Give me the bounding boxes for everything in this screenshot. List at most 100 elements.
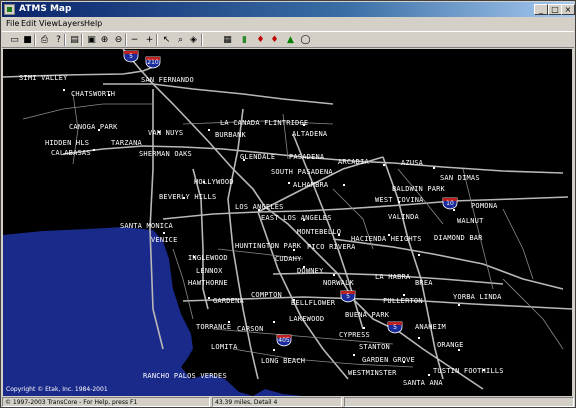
- city-label: SIMI VALLEY: [19, 74, 68, 82]
- city-label: PASADENA: [289, 153, 325, 161]
- freeway-shield-icon: 5: [123, 50, 139, 63]
- city-label: HUNTINGTON PARK: [235, 242, 302, 250]
- city-label: CANOGA PARK: [69, 123, 118, 131]
- city-label: POMONA: [471, 202, 498, 210]
- city-label: SHERMAN OAKS: [139, 150, 192, 158]
- city-label: HACIENDA HEIGHTS: [351, 235, 422, 243]
- map-canvas[interactable]: SIMI VALLEY SAN FERNANDO CHATSWORTH LA CANA…: [3, 49, 572, 396]
- status-help: © 1997-2003 TransCore - For Help, press …: [2, 397, 210, 407]
- city-label: COMPTON: [251, 291, 282, 299]
- city-label: SOUTH PASADENA: [271, 168, 333, 176]
- open-folder-icon[interactable]: ▭: [8, 34, 21, 46]
- city-label: BELLFLOWER: [291, 299, 336, 307]
- city-label: WESTMINSTER: [348, 369, 397, 377]
- city-label: ANAHEIM: [415, 323, 446, 331]
- city-label: RANCHO PALOS VERDES: [143, 372, 227, 380]
- city-label: EAST LOS ANGELES: [261, 214, 332, 222]
- city-label: VALINDA: [388, 213, 419, 221]
- city-label: VAN NUYS: [148, 129, 184, 137]
- app-window: ATMS Map _ □ × File Edit View Layers Hel…: [0, 0, 576, 408]
- freeway-shield-number: 5: [129, 53, 133, 60]
- toolbar-separator: [156, 34, 158, 46]
- city-label: TARZANA: [111, 139, 142, 147]
- menu-help[interactable]: Help: [84, 17, 102, 30]
- city-label: GLENDALE: [240, 153, 276, 161]
- city-label: BREA: [415, 279, 433, 287]
- layer-list-icon[interactable]: ▤: [68, 34, 81, 46]
- cms-icon[interactable]: ♦: [254, 34, 267, 46]
- zoom-out-icon[interactable]: ⊖: [112, 34, 125, 46]
- close-button[interactable]: ×: [561, 4, 575, 15]
- city-label: FULLERTON: [383, 297, 423, 305]
- pointer-icon[interactable]: ↖: [160, 34, 173, 46]
- city-label: LENNOX: [196, 267, 223, 275]
- city-label: TORRANCE: [196, 323, 232, 331]
- toolbar-separator: [125, 34, 127, 46]
- city-label: INGLEWOOD: [188, 254, 228, 262]
- city-label: BUENA PARK: [345, 311, 390, 319]
- city-label: CALABASAS: [51, 149, 91, 157]
- zoom-in-icon[interactable]: ⊕: [98, 34, 111, 46]
- city-label: ALHAMBRA: [293, 181, 329, 189]
- city-label: HOLLYWOOD: [194, 178, 234, 186]
- toolbar-separator: [81, 34, 83, 46]
- city-label: ALTADENA: [292, 130, 328, 138]
- signal-icon[interactable]: ▮: [238, 34, 251, 46]
- city-label: LOS ANGELES: [235, 203, 284, 211]
- city-label: ORANGE: [437, 341, 464, 349]
- menu-layers[interactable]: Layers: [58, 17, 84, 30]
- city-label: BEVERLY HILLS: [159, 193, 217, 201]
- freeway-shield-icon: 210: [145, 56, 161, 69]
- title-bar[interactable]: ATMS Map _ □ ×: [2, 2, 575, 17]
- city-label: CHATSWORTH: [71, 90, 116, 98]
- city-label: SAN FERNANDO: [141, 76, 194, 84]
- menu-file[interactable]: File: [6, 17, 19, 30]
- freeway-shield-icon: 10: [442, 197, 458, 210]
- status-blank: [344, 397, 574, 407]
- print-icon[interactable]: ⎙: [38, 34, 51, 46]
- menu-view[interactable]: View: [39, 17, 58, 30]
- freeway-shield-number: 5: [346, 293, 350, 300]
- freeway-shield-number: 210: [147, 59, 159, 66]
- city-label: SANTA ANA: [403, 379, 443, 387]
- city-label: CARSON: [237, 325, 264, 333]
- menu-bar: File Edit View Layers Help: [2, 17, 574, 30]
- find-icon[interactable]: ⌕: [174, 34, 187, 46]
- city-label: WALNUT: [457, 217, 484, 225]
- freeway-shield-number: 10: [446, 200, 454, 207]
- toolbar-separator: [34, 34, 36, 46]
- city-label: HIDDEN HLS: [45, 139, 90, 147]
- city-label: LA CANADA FLINTRIDGE: [220, 119, 309, 127]
- toolbar-separator: [201, 34, 203, 46]
- maximize-button[interactable]: □: [548, 4, 562, 15]
- status-scale: 43.39 miles, Detail 4: [212, 397, 342, 407]
- window-title: ATMS Map: [19, 4, 72, 14]
- city-label: NORWALK: [323, 279, 354, 287]
- balloon-icon[interactable]: ◯: [299, 34, 312, 46]
- freeway-shield-icon: 5: [340, 290, 356, 303]
- minus-icon[interactable]: −: [128, 34, 141, 46]
- save-icon[interactable]: ■: [21, 34, 34, 46]
- city-label: TUSTIN FOOTHILLS: [433, 367, 504, 375]
- status-bar: © 1997-2003 TransCore - For Help, press …: [2, 397, 574, 407]
- triangle-icon[interactable]: ▲: [284, 34, 297, 46]
- plus-icon[interactable]: +: [143, 34, 156, 46]
- city-label: MONTEBELLO: [297, 228, 342, 236]
- city-label: CUDAHY: [275, 255, 302, 263]
- city-label: DIAMOND BAR: [434, 234, 483, 242]
- city-label: BURBANK: [215, 131, 246, 139]
- toolbar: ▭ ■ ⎙? ▤ ▣ ⊕ ⊖ − + ↖ ⌕ ◈ ▦ ▮ ♦ ♦ ▲ ◯: [2, 31, 574, 48]
- city-label: ARCADIA: [338, 158, 369, 166]
- city-label: LOMITA: [211, 343, 238, 351]
- grid-icon[interactable]: ▦: [221, 34, 234, 46]
- city-label: PICO RIVERA: [307, 243, 356, 251]
- incident-icon[interactable]: ♦: [268, 34, 281, 46]
- city-label: YORBA LINDA: [453, 293, 502, 301]
- identify-icon[interactable]: ◈: [187, 34, 200, 46]
- city-label: GARDENA: [213, 297, 244, 305]
- menu-edit[interactable]: Edit: [21, 17, 37, 30]
- zoom-extent-icon[interactable]: ▣: [85, 34, 98, 46]
- freeway-shield-number: 405: [278, 337, 290, 344]
- freeway-shield-number: 5: [393, 324, 397, 331]
- minimize-button[interactable]: _: [534, 4, 548, 15]
